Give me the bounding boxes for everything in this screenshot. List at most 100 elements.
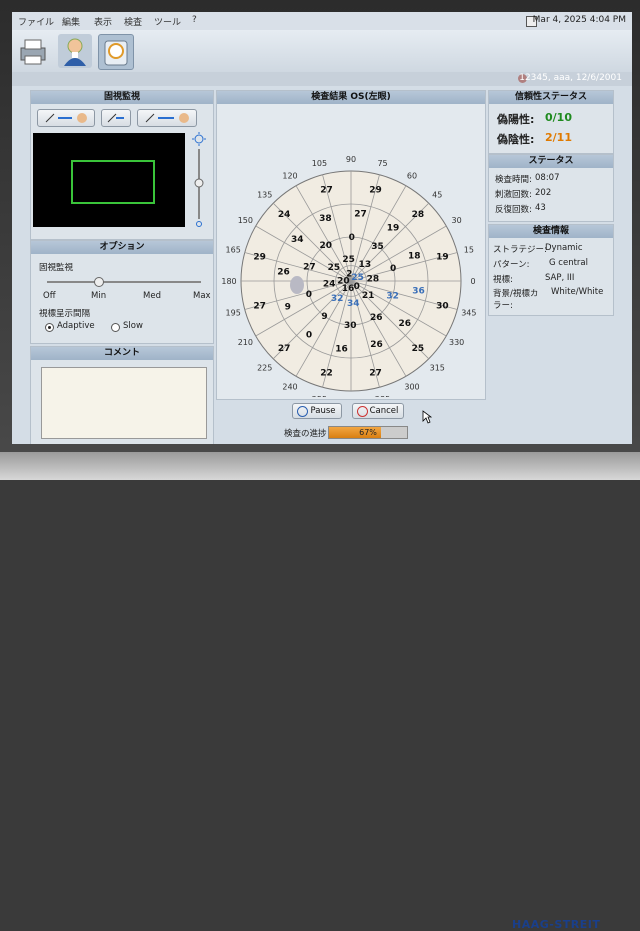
field-value: 30 <box>344 321 357 331</box>
printer-button[interactable] <box>16 34 50 68</box>
repeat-count-value: 43 <box>535 203 546 213</box>
fixation-title: 固視監視 <box>31 91 213 104</box>
angle-label: 300 <box>404 383 419 392</box>
field-value: 24 <box>323 279 336 289</box>
angle-label: 180 <box>221 277 236 286</box>
menubar: ファイル 編集 表示 検査 ツール ? Mar 4, 2025 4:04 PM <box>12 12 632 31</box>
fixation-slider[interactable] <box>41 275 207 289</box>
fixation-center-button[interactable] <box>101 109 131 127</box>
field-value: 20 <box>337 276 350 286</box>
comment-panel: コメント <box>30 346 214 444</box>
exam-time-value: 08:07 <box>535 173 560 183</box>
interval-label: 視標呈示間隔 <box>39 309 91 319</box>
field-value: 0 <box>390 264 396 274</box>
field-value: 29 <box>253 253 266 263</box>
brightness-slider[interactable] <box>189 131 209 231</box>
angle-label: 225 <box>257 363 272 372</box>
app-screen: ファイル 編集 表示 検査 ツール ? Mar 4, 2025 4:04 PM … <box>12 12 632 444</box>
fixation-right-button[interactable] <box>137 109 197 127</box>
cancel-icon <box>357 406 368 417</box>
field-value: 18 <box>408 251 421 261</box>
field-value: 38 <box>319 214 332 224</box>
false-negative-value: 2/11 <box>545 131 572 144</box>
field-value: 25 <box>328 263 341 273</box>
field-value: 19 <box>387 223 400 233</box>
radio-slow[interactable] <box>111 323 120 332</box>
menu-exam[interactable]: 検査 <box>124 15 142 28</box>
field-value: 36 <box>412 286 425 296</box>
false-negative-label: 偽陰性: <box>497 133 535 146</box>
stimuli-count-label: 刺激回数: <box>495 190 532 200</box>
menu-help[interactable]: ? <box>192 15 197 25</box>
options-panel: オプション 固視監視 Off Min Med Max 視標呈示間隔 Adapti… <box>30 240 214 344</box>
fixation-target-box <box>71 160 155 204</box>
field-value: 9 <box>321 312 327 322</box>
status-panel: ステータス 検査時間: 08:07 刺激回数: 202 反復回数: 43 <box>488 154 614 222</box>
field-value: 25 <box>412 344 425 354</box>
field-value: 16 <box>335 345 348 355</box>
comment-title: コメント <box>31 347 213 360</box>
angle-label: 150 <box>238 216 253 225</box>
pause-icon <box>297 406 308 417</box>
status-title: ステータス <box>489 155 613 168</box>
blind-spot <box>290 276 304 294</box>
progress-label: 検査の進捗 <box>284 429 327 439</box>
field-value: 24 <box>278 210 291 220</box>
angle-label: 135 <box>257 191 272 200</box>
radio-adaptive[interactable] <box>45 323 54 332</box>
radio-slow-label: Slow <box>123 321 143 331</box>
pause-button[interactable]: Pause <box>292 403 342 419</box>
cancel-button[interactable]: Cancel <box>352 403 404 419</box>
exam-button[interactable] <box>98 34 134 70</box>
field-value: 0 <box>349 233 355 243</box>
angle-label: 195 <box>226 309 241 318</box>
angle-label: 240 <box>282 383 297 392</box>
exam-info-title: 検査情報 <box>489 225 613 238</box>
results-panel: 検査結果 OS(左眼) 9075604530150345330315300285… <box>216 90 486 400</box>
datetime: Mar 4, 2025 4:04 PM <box>532 15 626 25</box>
exam-info-panel: 検査情報 ストラテジー: Dynamic パターン: G central 視標:… <box>488 224 614 316</box>
field-value: 27 <box>253 301 266 311</box>
strategy-label: ストラテジー: <box>493 245 547 255</box>
comment-textarea[interactable] <box>41 367 207 439</box>
exam-time-label: 検査時間: <box>495 175 532 185</box>
brand-logo: HAAG-STREIT <box>512 918 601 931</box>
slider-tick-max: Max <box>193 291 211 301</box>
menu-file[interactable]: ファイル <box>18 15 54 28</box>
progress-bar: 67% <box>328 426 408 439</box>
slider-tick-med: Med <box>143 291 161 301</box>
menu-view[interactable]: 表示 <box>94 15 112 28</box>
repeat-count-label: 反復回数: <box>495 205 532 215</box>
angle-label: 45 <box>432 191 442 200</box>
fixation-left-icon <box>45 113 87 123</box>
color-label-cont: ラー: <box>493 301 513 311</box>
field-value: 32 <box>386 291 399 301</box>
field-value: 30 <box>436 301 449 311</box>
field-value: 27 <box>320 186 333 196</box>
fixation-left-button[interactable] <box>37 109 95 127</box>
field-value: 32 <box>331 294 344 304</box>
color-value: White/White <box>551 287 604 297</box>
patient-button[interactable] <box>58 34 92 68</box>
angle-label: 75 <box>377 159 387 168</box>
pattern-value: G central <box>549 258 588 268</box>
field-value: 9 <box>285 303 291 313</box>
patient-info: 12345, aaa, 12/6/2001 <box>519 73 622 83</box>
field-value: 35 <box>371 242 384 252</box>
radio-adaptive-label: Adaptive <box>57 321 95 331</box>
angle-label: 30 <box>452 216 462 225</box>
pause-label: Pause <box>310 406 336 416</box>
field-value: 26 <box>277 268 290 278</box>
field-value: 29 <box>369 186 382 196</box>
field-value: 27 <box>278 344 291 354</box>
field-value: 34 <box>347 299 360 309</box>
angle-label: 60 <box>407 171 417 180</box>
menu-tools[interactable]: ツール <box>154 15 181 28</box>
menu-edit[interactable]: 編集 <box>62 15 80 28</box>
fixation-camera-view <box>33 133 185 227</box>
angle-label: 0 <box>470 277 475 286</box>
stimuli-count-value: 202 <box>535 188 552 198</box>
pattern-label: パターン: <box>493 260 530 270</box>
field-value: 26 <box>370 313 383 323</box>
angle-label: 210 <box>238 338 253 347</box>
